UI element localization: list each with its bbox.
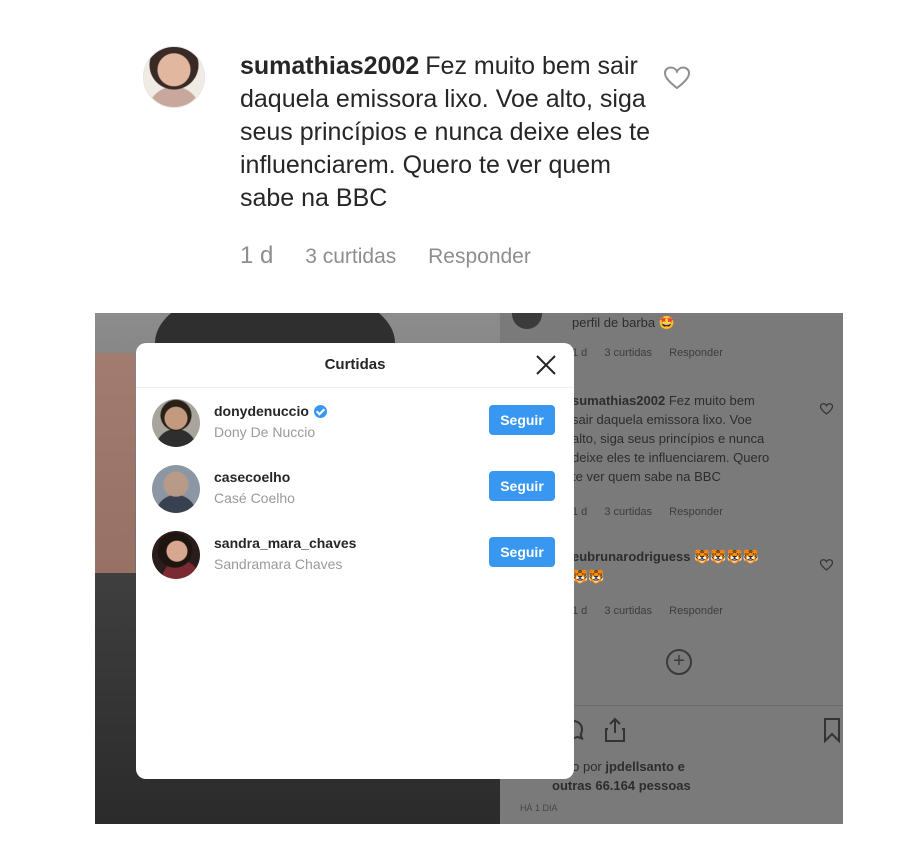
panel-comment-time: 1 d bbox=[572, 506, 588, 518]
comment-meta: 1 d 3 curtidas Responder bbox=[240, 242, 557, 270]
modal-title: Curtidas bbox=[324, 356, 386, 373]
bookmark-icon[interactable] bbox=[822, 717, 842, 743]
comment-card: sumathias2002 Fez muito bem sair daquela … bbox=[0, 0, 900, 300]
liked-by-text: ido por jpdellsanto e bbox=[562, 759, 685, 774]
full-name: Casé Coelho bbox=[214, 490, 295, 506]
heart-icon[interactable] bbox=[820, 559, 833, 571]
panel-comment-username[interactable]: sumathias2002 bbox=[572, 393, 665, 408]
heart-icon[interactable] bbox=[820, 403, 833, 415]
username[interactable]: casecoelho bbox=[214, 469, 290, 485]
panel-comment-line: eubrunarodriguess 🐯🐯🐯🐯 bbox=[572, 549, 759, 565]
list-item: casecoelho Casé Coelho Seguir bbox=[152, 459, 558, 515]
likes-count-button[interactable]: 3 curtidas bbox=[305, 245, 396, 268]
panel-comment-username[interactable]: eubrunarodriguess bbox=[572, 549, 690, 564]
panel-comment-meta: 1 d 3 curtidas Responder bbox=[572, 605, 737, 617]
panel-comment-time: 1 d bbox=[572, 347, 588, 359]
panel-comment-line: sair daquela emissora lixo. Voe bbox=[572, 412, 752, 427]
list-item: sandra_mara_chaves Sandramara Chaves Seg… bbox=[152, 525, 558, 581]
avatar[interactable] bbox=[152, 399, 200, 447]
panel-likes-button[interactable]: 3 curtidas bbox=[604, 506, 652, 518]
avatar[interactable] bbox=[512, 313, 542, 329]
panel-reply-button[interactable]: Responder bbox=[669, 605, 723, 617]
panel-comment-line: alto, siga seus princípios e nunca bbox=[572, 431, 765, 446]
list-item: donydenuccio Dony De Nuccio Seguir bbox=[152, 393, 558, 449]
comment-username[interactable]: sumathias2002 bbox=[240, 52, 419, 80]
username-text[interactable]: sandra_mara_chaves bbox=[214, 535, 356, 551]
share-icon[interactable] bbox=[603, 717, 627, 743]
panel-comment-line: deixe eles te influenciarem. Quero bbox=[572, 450, 770, 465]
liked-by-username[interactable]: jpdellsanto bbox=[605, 759, 674, 774]
panel-comment-meta: 1 d 3 curtidas Responder bbox=[572, 506, 737, 518]
panel-likes-button[interactable]: 3 curtidas bbox=[604, 605, 652, 617]
comment-body: sumathias2002 Fez muito bem sair daquela … bbox=[240, 50, 660, 215]
likes-others-button[interactable]: outras 66.164 pessoas bbox=[552, 778, 691, 793]
avatar[interactable] bbox=[143, 46, 205, 108]
panel-comment-text: perfil de barba 🤩 bbox=[572, 315, 675, 330]
comment-time: 1 d bbox=[240, 242, 274, 269]
likes-modal: Curtidas donydenuccio Dony De Nuccio Seg… bbox=[136, 343, 574, 779]
full-name: Sandramara Chaves bbox=[214, 556, 343, 572]
liked-by-suffix: e bbox=[674, 759, 685, 774]
username[interactable]: sandra_mara_chaves bbox=[214, 535, 356, 551]
follow-button[interactable]: Seguir bbox=[489, 471, 555, 501]
username-text[interactable]: donydenuccio bbox=[214, 403, 309, 419]
panel-likes-button[interactable]: 3 curtidas bbox=[604, 347, 652, 359]
modal-header: Curtidas bbox=[136, 343, 574, 388]
avatar[interactable] bbox=[152, 531, 200, 579]
verified-badge-icon bbox=[313, 404, 327, 418]
username-text[interactable]: casecoelho bbox=[214, 469, 290, 485]
follow-button[interactable]: Seguir bbox=[489, 405, 555, 435]
panel-reply-button[interactable]: Responder bbox=[669, 506, 723, 518]
load-more-comments-icon[interactable]: + bbox=[666, 649, 692, 675]
panel-comment-line: 🐯🐯 bbox=[572, 569, 605, 584]
full-name: Dony De Nuccio bbox=[214, 424, 316, 440]
post-age: HÁ 1 DIA bbox=[520, 803, 558, 813]
panel-comment-text: 🐯🐯🐯🐯 bbox=[690, 549, 759, 564]
panel-comment-line: sumathias2002 Fez muito bem bbox=[572, 393, 755, 408]
heart-icon[interactable] bbox=[664, 66, 690, 90]
panel-comment-line: te ver quem sabe na BBC bbox=[572, 469, 721, 484]
panel-reply-button[interactable]: Responder bbox=[669, 347, 723, 359]
panel-comment-meta: 1 d 3 curtidas Responder bbox=[572, 347, 737, 359]
avatar[interactable] bbox=[152, 465, 200, 513]
panel-comment-text: Fez muito bem bbox=[665, 393, 755, 408]
follow-button[interactable]: Seguir bbox=[489, 537, 555, 567]
panel-comment-time: 1 d bbox=[572, 605, 588, 617]
close-icon[interactable] bbox=[535, 354, 557, 376]
username[interactable]: donydenuccio bbox=[214, 403, 327, 419]
reply-button[interactable]: Responder bbox=[428, 245, 531, 268]
